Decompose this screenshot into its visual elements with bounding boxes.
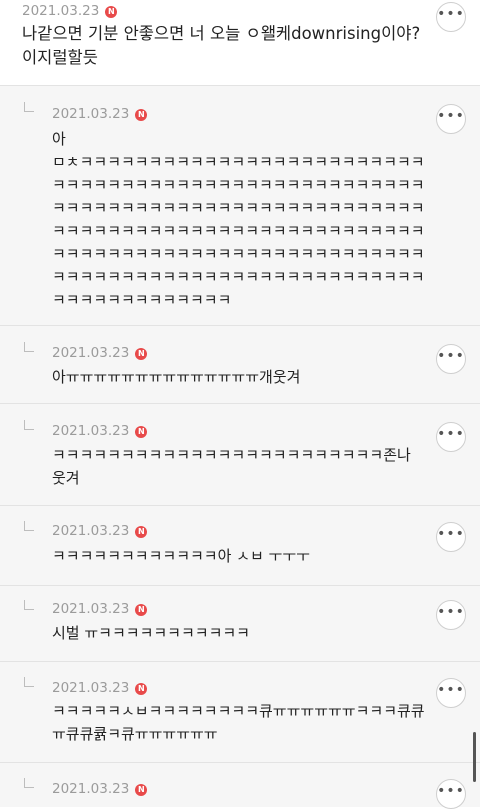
reply-date: 2021.03.23 N bbox=[52, 106, 148, 122]
reply-date: 2021.03.23 N bbox=[52, 345, 148, 361]
comment-item: 2021.03.23 N 나같으면 기분 안좋으면 너 오늘 ㅇ왤케downris… bbox=[0, 0, 480, 85]
more-options-button[interactable]: ••• bbox=[436, 104, 466, 134]
new-badge: N bbox=[135, 109, 148, 121]
more-options-button[interactable]: ••• bbox=[436, 344, 466, 374]
reply-arrow-icon bbox=[24, 778, 34, 788]
reply-arrow-icon bbox=[24, 521, 34, 531]
reply-date: 2021.03.23 N bbox=[52, 781, 148, 797]
reply-text: ㅋㅋㅋㅋㅋㅋㅋㅋㅋㅋㅋㅋ아 ㅅㅂ ㅜㅜㅜ bbox=[52, 547, 310, 565]
reply-item: 2021.03.23 N ㅋㅋㅋㅋㅋㅋㅋㅋㅋㅋㅋㅋㅋㅋㅋㅋㅋㅋㅋㅋㅋㅋㅋㅋ존나 웃… bbox=[0, 403, 480, 506]
more-options-button[interactable]: ••• bbox=[436, 779, 466, 809]
reply-arrow-icon bbox=[24, 600, 34, 610]
reply-item: 2021.03.23 N 시벌 ㅠㅋㅋㅋㅋㅋㅋㅋㅋㅋㅋㅋ ••• bbox=[0, 585, 480, 662]
reply-date: 2021.03.23 N bbox=[52, 680, 148, 696]
comment-date: 2021.03.23 N bbox=[22, 3, 118, 19]
comment-text: 나같으면 기분 안좋으면 너 오늘 ㅇ왤케downrising이야? 이지럴할듯 bbox=[22, 24, 421, 67]
reply-item: 2021.03.23 N ㅋㅋㅋㅋㅋㅋㅋㅋㅋㅋㅋㅋ아 ㅅㅂ ㅜㅜㅜ ••• bbox=[0, 505, 480, 586]
reply-item: 2021.03.23 N 아 ㅁㅊㅋㅋㅋㅋㅋㅋㅋㅋㅋㅋㅋㅋㅋㅋㅋㅋㅋㅋㅋㅋㅋㅋㅋㅋ… bbox=[0, 85, 480, 326]
reply-date: 2021.03.23 N bbox=[52, 423, 148, 439]
reply-date: 2021.03.23 N bbox=[52, 601, 148, 617]
new-badge: N bbox=[135, 604, 148, 616]
new-badge: N bbox=[135, 426, 148, 438]
scrollbar[interactable] bbox=[473, 732, 476, 782]
reply-text: 아 ㅁㅊㅋㅋㅋㅋㅋㅋㅋㅋㅋㅋㅋㅋㅋㅋㅋㅋㅋㅋㅋㅋㅋㅋㅋㅋㅋ ㅋㅋㅋㅋㅋㅋㅋㅋㅋㅋ… bbox=[52, 130, 425, 309]
more-options-button[interactable]: ••• bbox=[436, 678, 466, 708]
reply-text: 시벌 ㅠㅋㅋㅋㅋㅋㅋㅋㅋㅋㅋㅋ bbox=[52, 624, 250, 642]
reply-arrow-icon bbox=[24, 677, 34, 687]
new-badge: N bbox=[135, 348, 148, 360]
new-badge: N bbox=[105, 6, 118, 18]
more-options-button[interactable]: ••• bbox=[436, 522, 466, 552]
more-options-button[interactable]: ••• bbox=[436, 600, 466, 630]
reply-arrow-icon bbox=[24, 342, 34, 352]
reply-date: 2021.03.23 N bbox=[52, 523, 148, 539]
reply-text: 아ㅠㅠㅠㅠㅠㅠㅠㅠㅠㅠㅠㅠㅠㅠ개웃겨 bbox=[52, 368, 301, 386]
reply-arrow-icon bbox=[24, 102, 34, 112]
reply-text: ㅋㅋㅋㅋㅋㅅㅂㅋㅋㅋㅋㅋㅋㅋㅋ큐ㅠㅠㅠㅠㅠㅠㅋㅋㅋ큐큐 ㅠ큐큐큙ㅋ큐ㅠㅠㅠㅠㅠㅠ bbox=[52, 702, 425, 743]
new-badge: N bbox=[135, 784, 148, 796]
more-options-button[interactable]: ••• bbox=[436, 422, 466, 452]
reply-item: 2021.03.23 N ㅋㅋㅋㅋㅋㅅㅂㅋㅋㅋㅋㅋㅋㅋㅋ큐ㅠㅠㅠㅠㅠㅠㅋㅋㅋ큐큐 … bbox=[0, 661, 480, 763]
reply-text: ㅋㅋㅋㅋㅋㅋㅋㅋㅋㅋㅋㅋㅋㅋㅋㅋㅋㅋㅋㅋㅋㅋㅋㅋ존나 웃겨 bbox=[52, 446, 411, 487]
more-options-button[interactable]: ••• bbox=[436, 2, 466, 32]
new-badge: N bbox=[135, 526, 148, 538]
reply-item: 2021.03.23 N 아ㅠㅠㅠㅠㅠㅠㅠㅠㅠㅠㅠㅠㅠㅠ개웃겨 ••• bbox=[0, 325, 480, 404]
reply-item: 2021.03.23 N ••• bbox=[0, 762, 480, 809]
reply-arrow-icon bbox=[24, 420, 34, 430]
new-badge: N bbox=[135, 683, 148, 695]
